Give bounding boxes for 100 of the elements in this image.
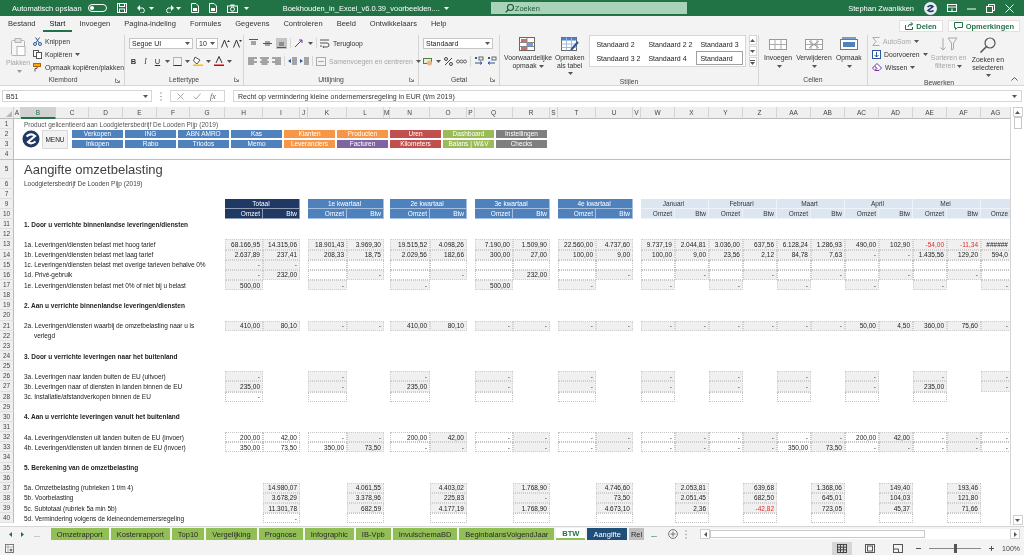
increase-decimal-icon[interactable] <box>474 56 484 66</box>
orientation-icon[interactable] <box>294 38 305 48</box>
left-arrow-icon <box>703 531 707 537</box>
zoom-in-icon[interactable] <box>989 546 995 551</box>
up-arrow-icon <box>1015 110 1020 114</box>
table-cell <box>390 391 430 402</box>
table-cell <box>430 513 467 524</box>
currency-icon[interactable] <box>423 56 433 66</box>
dialog-launcher-icon[interactable] <box>115 77 120 83</box>
table-cell <box>879 513 913 524</box>
caret-icon <box>986 74 992 78</box>
scroll-down-button[interactable] <box>1012 515 1023 525</box>
caret-icon <box>568 72 574 76</box>
table-cell <box>390 259 430 270</box>
scrollbar-thumb[interactable] <box>1013 117 1022 129</box>
insert-function-button[interactable]: fx <box>210 91 216 101</box>
comment-icon <box>953 22 963 30</box>
table-cell <box>390 269 430 280</box>
table-cell <box>596 259 633 270</box>
table-cell <box>308 269 347 280</box>
collapse-ribbon-icon[interactable] <box>1011 77 1018 81</box>
caret-icon <box>185 59 190 63</box>
caret-icon <box>847 64 853 68</box>
font-color-icon[interactable] <box>214 56 224 66</box>
macro-record-icon[interactable] <box>5 544 14 553</box>
scroll-up-button[interactable] <box>748 35 757 45</box>
table-cell <box>558 391 596 402</box>
scrollbar-thumb[interactable] <box>710 530 925 538</box>
table-cell <box>558 269 596 280</box>
increase-indent-icon[interactable] <box>300 56 309 66</box>
page-break-icon <box>893 544 904 553</box>
caret-icon <box>175 6 181 10</box>
sort-filter-icon <box>939 37 958 52</box>
restore-icon[interactable] <box>986 3 995 13</box>
page-layout-icon <box>865 544 876 553</box>
scroll-right-button[interactable] <box>1010 529 1020 539</box>
more-button[interactable] <box>748 57 757 67</box>
scroll-up-button[interactable] <box>1012 107 1023 117</box>
table-cell <box>709 391 743 402</box>
table-cell <box>308 391 347 402</box>
next-sheet-button[interactable] <box>18 529 27 539</box>
add-sheet-icon[interactable] <box>668 529 678 539</box>
copy-icon <box>33 49 42 59</box>
table-cell <box>475 259 513 270</box>
caret-icon <box>143 94 148 98</box>
decrease-font-size-icon[interactable] <box>233 38 242 48</box>
caret-icon <box>185 41 190 45</box>
insert-cells-icon <box>769 37 788 52</box>
borders-icon[interactable] <box>173 56 182 66</box>
dialog-launcher-icon[interactable] <box>490 77 495 82</box>
eraser-icon <box>872 63 882 71</box>
table-cell <box>641 391 675 402</box>
table-cell <box>777 259 811 270</box>
increase-font-size-icon[interactable] <box>221 38 230 48</box>
caret-icon <box>443 6 449 10</box>
camera-icon[interactable] <box>226 3 238 13</box>
dialog-launcher-icon[interactable] <box>234 77 239 82</box>
logo-icon[interactable] <box>22 130 40 149</box>
brush-icon <box>33 62 42 72</box>
decrease-indent-icon[interactable] <box>288 56 297 66</box>
percent-icon[interactable] <box>444 56 453 66</box>
caret-icon <box>485 41 490 45</box>
caret-icon <box>243 6 249 10</box>
table-cell <box>913 391 947 402</box>
merge-icon <box>316 56 326 66</box>
view-button[interactable] <box>832 542 853 555</box>
redo-icon[interactable] <box>163 3 174 13</box>
dialog-launcher-icon[interactable] <box>409 77 414 82</box>
wrap-text-icon <box>320 38 330 48</box>
previous-sheet-button[interactable] <box>6 529 15 539</box>
table-cell <box>475 269 513 280</box>
caret-icon <box>165 59 170 63</box>
caret-icon <box>776 64 782 68</box>
table-format-icon <box>560 37 579 52</box>
avatar-icon[interactable] <box>924 1 937 15</box>
share-icon <box>905 22 914 30</box>
search-icon[interactable] <box>504 3 514 13</box>
expand-icon <box>750 59 756 65</box>
table-cell <box>475 391 513 402</box>
fill-color-icon[interactable] <box>193 56 203 66</box>
vertical-align-button[interactable] <box>276 37 287 49</box>
zoom-out-icon[interactable] <box>916 546 922 551</box>
undo-icon[interactable] <box>136 3 147 13</box>
table-cell <box>513 259 550 270</box>
table-cell <box>947 513 981 524</box>
save-icon[interactable] <box>116 3 127 13</box>
table-cell <box>879 259 913 270</box>
document-icon[interactable] <box>190 3 199 13</box>
close-icon[interactable] <box>1005 3 1014 13</box>
scroll-left-button[interactable] <box>700 529 710 539</box>
scroll-down-button[interactable] <box>748 46 757 56</box>
ribbon-display-icon[interactable] <box>947 4 957 12</box>
document-icon[interactable] <box>208 3 217 13</box>
table-cell <box>811 513 845 524</box>
thousands-separator-icon[interactable] <box>456 58 467 64</box>
table-cell <box>913 269 947 280</box>
decrease-decimal-icon[interactable] <box>487 56 497 66</box>
scissors-icon <box>33 36 42 46</box>
caret-icon <box>957 64 963 68</box>
table-cell <box>347 513 384 524</box>
